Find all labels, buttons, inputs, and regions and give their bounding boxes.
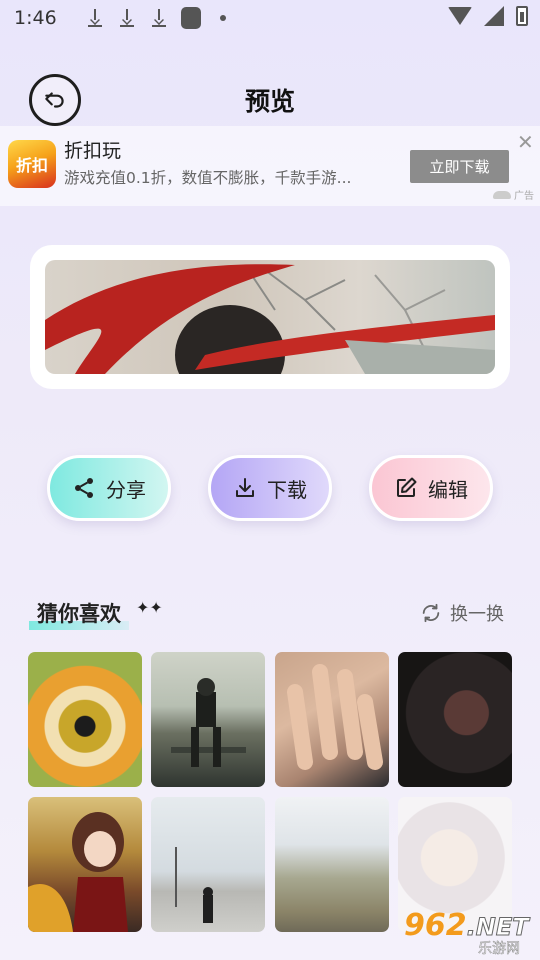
share-icon — [75, 478, 93, 498]
share-button[interactable]: 分享 — [47, 455, 171, 521]
ad-logo-text: 折扣 — [15, 156, 48, 175]
wallpaper-thumbnail[interactable] — [151, 797, 265, 932]
close-icon[interactable]: ✕ — [517, 132, 534, 152]
ad-download-button[interactable]: 立即下载 — [410, 150, 509, 183]
refresh-label: 换一换 — [450, 604, 504, 625]
download-button[interactable]: 下载 — [208, 455, 332, 521]
download-icon — [85, 7, 105, 29]
ad-banner[interactable]: 折扣 折扣玩 游戏充值0.1折，数值不膨胀，千款手游... 立即下载 ✕ 广告 — [0, 126, 540, 206]
ad-description[interactable]: 游戏充值0.1折，数值不膨胀，千款手游... — [64, 166, 394, 188]
status-bar: 1:46 — [0, 0, 540, 36]
signal-icon — [484, 6, 504, 26]
wallpaper-thumbnail[interactable] — [28, 797, 142, 932]
site-watermark: 962.NET 乐游网 — [404, 908, 534, 958]
cloud-icon — [493, 190, 511, 199]
download-label: 下载 — [267, 477, 307, 502]
thumbnail-art — [171, 678, 246, 767]
wallpaper-thumbnail[interactable] — [151, 652, 265, 787]
download-icon — [117, 7, 137, 29]
thumbnail-art — [287, 664, 383, 770]
wallpaper-thumbnail[interactable] — [28, 652, 142, 787]
thumbnail-art — [28, 812, 128, 932]
preview-card — [30, 245, 510, 389]
sparkle-icon: ✦✦ — [136, 598, 163, 617]
wallpaper-thumbnail[interactable] — [275, 652, 389, 787]
status-time: 1:46 — [14, 7, 57, 29]
preview-artwork — [45, 264, 495, 374]
watermark-text: 乐游网 — [478, 941, 521, 958]
wifi-icon — [448, 7, 472, 25]
battery-icon — [516, 6, 528, 26]
download-icon — [236, 478, 254, 497]
edit-label: 编辑 — [428, 477, 468, 502]
thumbnail-art — [175, 847, 213, 923]
refresh-button[interactable]: 换一换 — [420, 600, 504, 626]
wallpaper-preview-image[interactable] — [45, 260, 495, 374]
app-square-icon — [180, 7, 201, 29]
page-title: 预览 — [244, 87, 295, 116]
ad-tag-label: 广告 — [514, 191, 534, 202]
share-label: 分享 — [106, 477, 146, 502]
recommend-title-text: 猜你喜欢 — [37, 602, 121, 626]
ad-tag: 广告 — [493, 187, 534, 202]
wallpaper-thumbnail[interactable] — [275, 797, 389, 932]
dot-icon — [213, 7, 233, 29]
download-icon — [149, 7, 169, 29]
edit-icon — [397, 477, 417, 497]
recommend-title: 猜你喜欢 — [29, 598, 129, 630]
edit-button[interactable]: 编辑 — [369, 455, 493, 521]
ad-app-name[interactable]: 折扣玩 — [64, 136, 121, 163]
wallpaper-thumbnail[interactable] — [398, 652, 512, 787]
refresh-icon — [422, 603, 440, 623]
ad-app-logo[interactable]: 折扣 — [8, 140, 56, 188]
status-right-icons — [448, 6, 528, 26]
